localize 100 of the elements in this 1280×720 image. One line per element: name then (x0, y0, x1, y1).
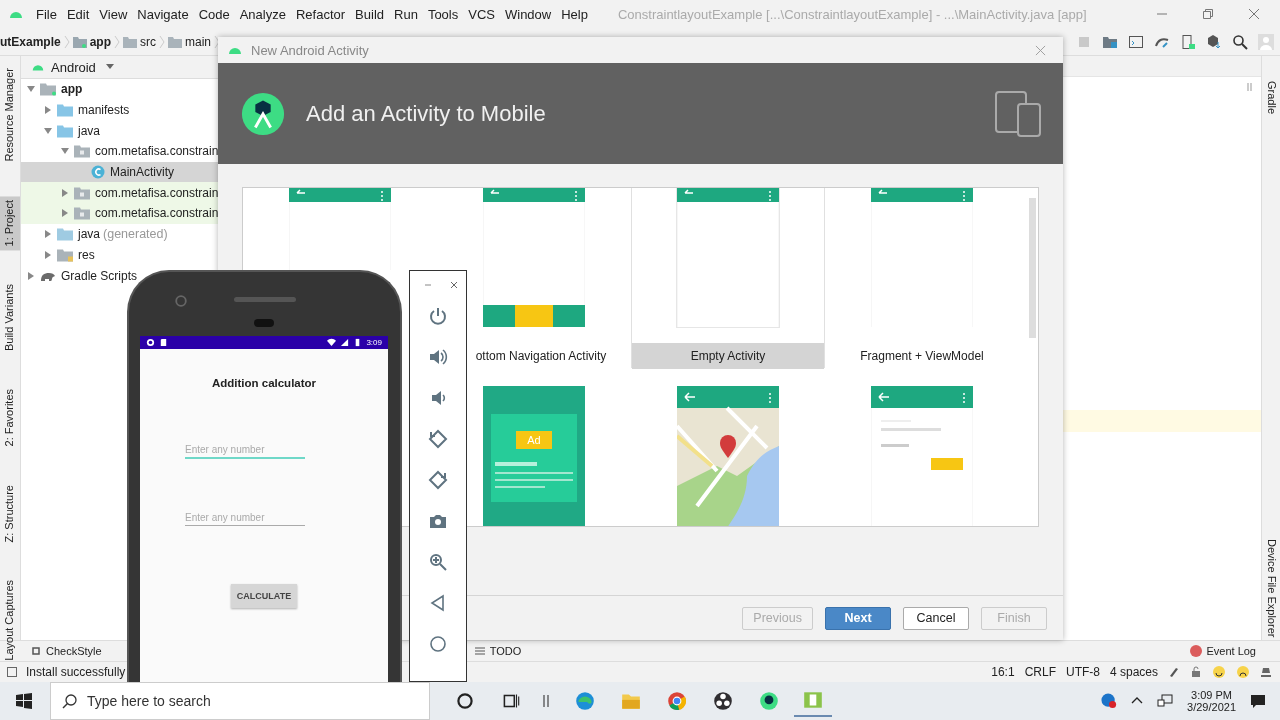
breadcrumb[interactable]: main (185, 34, 212, 49)
calculate-button[interactable]: CALCULATE (230, 584, 298, 608)
breadcrumb[interactable]: src (140, 34, 157, 49)
project-view-selector[interactable]: Android (51, 59, 96, 75)
menu-item[interactable]: Refactor (295, 6, 346, 22)
breadcrumb[interactable]: app (89, 34, 112, 49)
edge-browser-icon[interactable] (574, 690, 596, 712)
tree-item[interactable]: java (78, 227, 100, 242)
search-field[interactable]: Type here to search (50, 682, 430, 720)
tool-window-tab[interactable]: TODO (489, 645, 522, 657)
search-icon[interactable] (1232, 33, 1248, 50)
folder-icon (74, 205, 90, 222)
tree-item[interactable]: com.metafisa.constrain (95, 144, 219, 159)
chrome-icon[interactable] (666, 690, 688, 712)
tree-item[interactable]: app (61, 82, 83, 97)
restore-icon[interactable] (1202, 8, 1214, 20)
network-icon[interactable] (1157, 693, 1174, 709)
expand-arrow-icon[interactable] (44, 126, 52, 135)
device-manager-icon[interactable] (1180, 33, 1196, 50)
cortana-icon[interactable] (454, 690, 476, 712)
tool-window-tab[interactable]: 2: Favorites (0, 385, 20, 451)
obs-icon[interactable] (712, 690, 734, 712)
rotate-left-icon[interactable] (428, 429, 448, 449)
expand-arrow-icon[interactable] (27, 271, 35, 280)
tree-item[interactable]: manifests (78, 103, 130, 118)
tree-item-note: (generated) (103, 227, 168, 242)
folder-icon (72, 34, 87, 49)
template-preview-drawing[interactable] (677, 386, 779, 526)
template-preview-drawing[interactable] (871, 386, 973, 526)
menu-item[interactable]: Analyze (239, 6, 286, 22)
template-preview-drawing[interactable] (289, 188, 391, 270)
smiley-icon[interactable] (1212, 665, 1226, 679)
tree-item[interactable]: res (78, 247, 95, 262)
tool-window-tab[interactable]: Build Variants (0, 280, 20, 356)
status-item[interactable]: UTF-8 (1065, 665, 1100, 679)
tool-window-tab[interactable]: Layout Captures (0, 576, 20, 665)
rotate-right-icon[interactable] (428, 470, 448, 490)
status-item[interactable]: 4 spaces (1109, 665, 1158, 679)
menu-item[interactable]: Edit (66, 6, 90, 22)
tool-window-tab[interactable]: Gradle (1262, 78, 1280, 118)
tool-window-tab[interactable]: CheckStyle (46, 645, 102, 657)
menu-item[interactable]: Code (198, 6, 230, 22)
checkbox-icon[interactable] (6, 666, 18, 678)
menu-item[interactable]: VCS (468, 6, 495, 22)
menu-item[interactable]: Build (355, 6, 384, 22)
template-preview-drawing[interactable] (871, 188, 973, 327)
template-label[interactable]: Fragment + ViewModel (860, 343, 984, 369)
close-icon[interactable] (1248, 8, 1260, 20)
expand-arrow-icon[interactable] (44, 250, 52, 259)
expand-arrow-icon[interactable] (44, 106, 52, 115)
dropdown-caret-icon[interactable] (105, 64, 114, 70)
template-preview-drawing[interactable] (677, 188, 779, 327)
taskbar-date[interactable]: 3/29/2021 (1187, 701, 1236, 713)
template-label[interactable]: Empty Activity (632, 343, 824, 369)
tool-window-tab[interactable]: 1: Project (0, 195, 20, 251)
terminal-icon[interactable] (1128, 33, 1144, 50)
menu-item[interactable]: Tools (427, 6, 459, 22)
expand-arrow-icon[interactable] (61, 209, 69, 218)
sdk-manager-icon[interactable] (1206, 33, 1222, 50)
folder-icon (40, 81, 56, 98)
expand-arrow-icon[interactable] (61, 147, 69, 156)
notification-icon[interactable] (1250, 693, 1266, 709)
help-icon[interactable] (1101, 693, 1118, 709)
menu-item[interactable]: Help (561, 6, 588, 22)
tool-window-tab[interactable]: Device File Explorer (1262, 535, 1280, 640)
tool-window-tab[interactable]: Resource Manager (0, 64, 20, 166)
volume-up-icon[interactable] (428, 347, 448, 367)
tool-window-tab[interactable]: Event Log (1206, 645, 1256, 657)
pencil-icon[interactable] (1168, 666, 1180, 678)
status-item[interactable]: CRLF (1024, 665, 1056, 679)
taskbar-time[interactable]: 3:09 PM (1191, 689, 1232, 701)
expand-arrow-icon[interactable] (27, 85, 35, 94)
close-icon[interactable] (449, 280, 459, 290)
menu-item[interactable]: Window (504, 6, 552, 22)
menu-item[interactable]: View (99, 6, 128, 22)
dialog-button[interactable]: Cancel (903, 606, 969, 630)
windows-start-icon[interactable] (16, 693, 32, 709)
menu-item[interactable]: Run (394, 6, 418, 22)
menu-item[interactable]: Navigate (137, 6, 189, 22)
expand-arrow-icon[interactable] (61, 188, 69, 197)
status-item[interactable]: 16:1 (991, 665, 1015, 679)
scrollbar-thumb[interactable] (1029, 198, 1036, 338)
chevron-icon (114, 34, 121, 49)
phone-sensor (254, 319, 274, 327)
power-icon[interactable] (428, 306, 448, 326)
tree-item[interactable]: java (78, 123, 100, 138)
number-input-field[interactable]: Enter any number (185, 509, 305, 526)
dialog-button[interactable]: Next (825, 606, 891, 630)
number-input-field[interactable]: Enter any number (185, 441, 305, 459)
zoom-icon[interactable] (428, 552, 448, 572)
expand-arrow-icon[interactable] (44, 230, 52, 239)
sad-face-icon[interactable] (1236, 665, 1250, 679)
lock-icon[interactable] (1190, 666, 1202, 678)
template-preview-drawing[interactable] (483, 188, 585, 327)
breadcrumb[interactable]: utExample (0, 34, 61, 49)
tree-item[interactable]: Gradle Scripts (61, 268, 138, 283)
menu-item[interactable]: File (36, 6, 57, 22)
tool-window-tab[interactable]: Z: Structure (0, 480, 20, 547)
template-label[interactable]: ottom Navigation Activity (475, 343, 607, 369)
home-icon[interactable] (428, 634, 448, 654)
